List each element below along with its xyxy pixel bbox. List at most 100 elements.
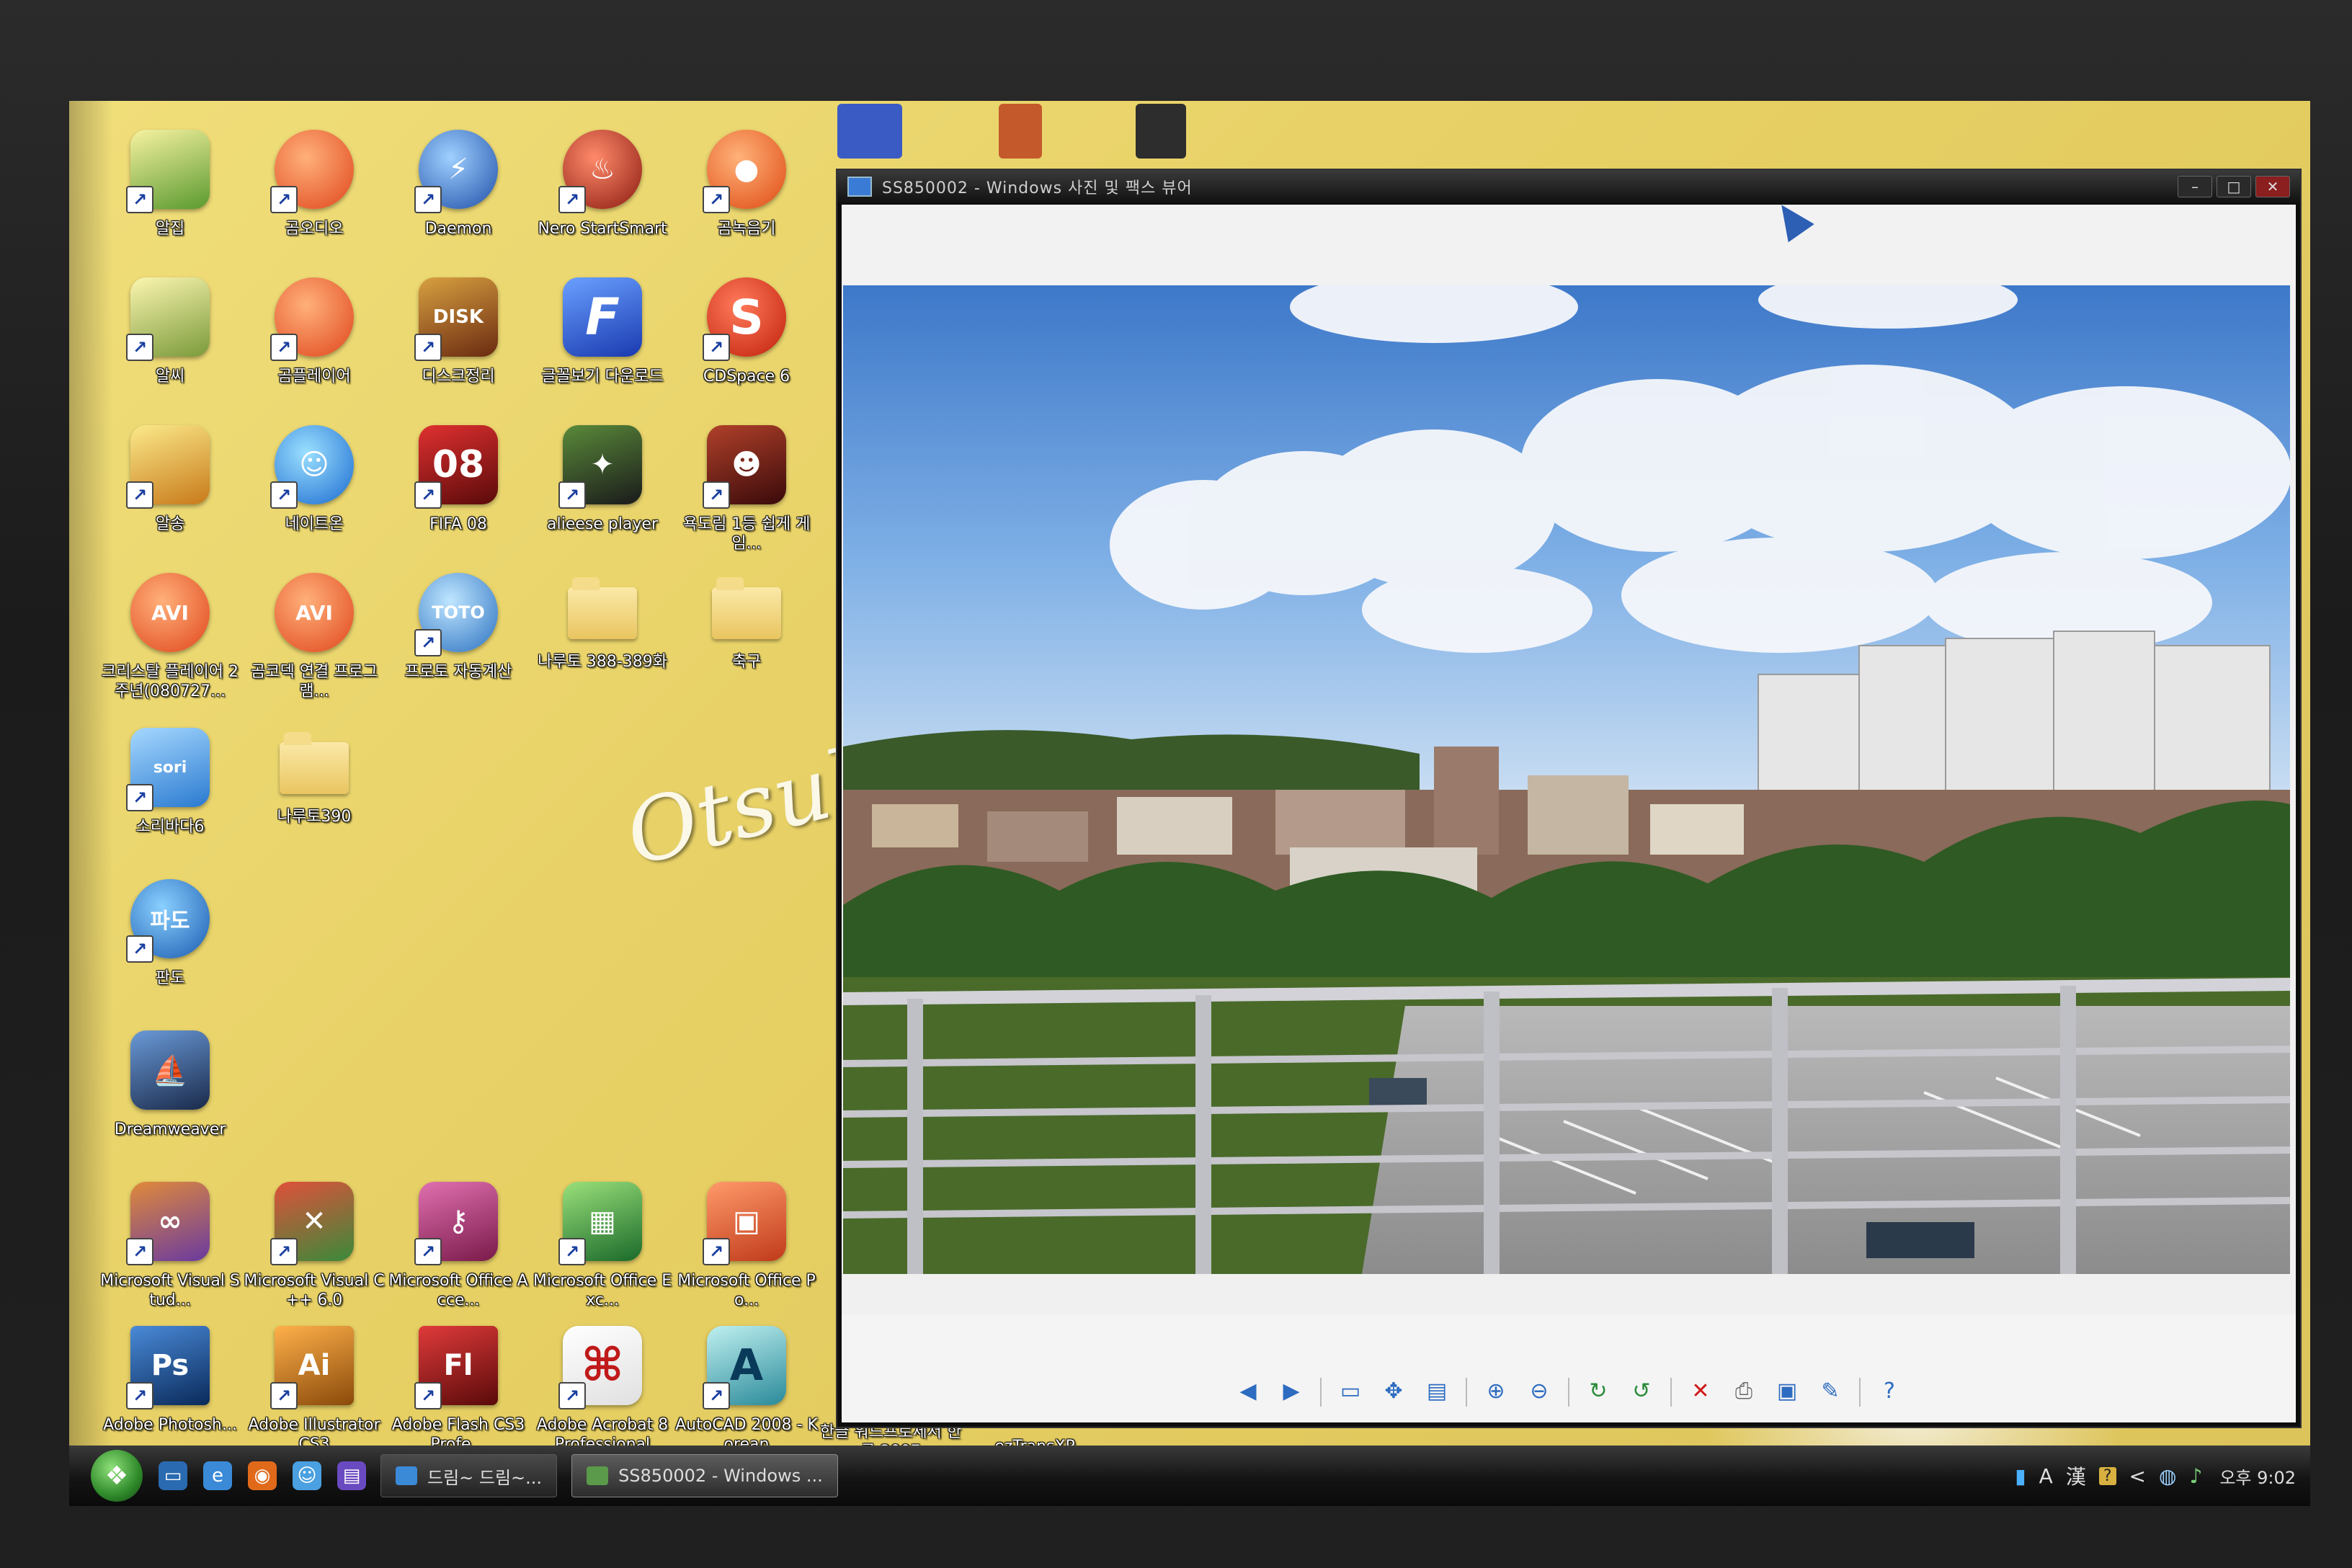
shortcut-arrow-icon: ↗ bbox=[270, 1382, 298, 1409]
desktop-icon-label: 크리스탈 플레이어 2주년(080727... bbox=[102, 663, 239, 700]
desktop-icon-label: 곰오디오 bbox=[285, 220, 344, 238]
taskbar-button-photo-viewer[interactable]: SS850002 - Windows ... bbox=[571, 1454, 838, 1497]
desktop-icon-font-viewer[interactable]: F 글꼴보기 다운로드 bbox=[530, 277, 674, 386]
nero-flame-icon: ♨ ↗ bbox=[558, 130, 642, 213]
close-button[interactable]: ✕ bbox=[2255, 176, 2290, 197]
messenger-icon[interactable]: ☺ bbox=[293, 1461, 321, 1490]
desktop-icon-alsee[interactable]: ↗ 알씨 bbox=[98, 277, 242, 386]
desktop-icon-game-guide[interactable]: ☻ ↗ 욕도림 1등 쉽게 게임... bbox=[674, 425, 819, 553]
desktop-icon-avi-2[interactable]: AVI 곰코덱 연결 프로그램... bbox=[242, 573, 386, 701]
partial-desktop-icon-1[interactable] bbox=[837, 104, 902, 159]
desktop-icon-gom-recorder[interactable]: ● ↗ 곰녹음기 bbox=[674, 130, 819, 239]
delete-button[interactable]: ✕ bbox=[1685, 1375, 1716, 1407]
desktop-icon-dreamweaver[interactable]: ⛵ Dreamweaver bbox=[98, 1030, 242, 1139]
desktop-icon-label: 알송 bbox=[155, 515, 185, 533]
firefox-icon[interactable]: ◉ bbox=[248, 1461, 277, 1490]
shortcut-arrow-icon: ↗ bbox=[414, 334, 442, 361]
desktop-icon-label: 알씨 bbox=[155, 368, 185, 386]
minimize-button[interactable]: – bbox=[2178, 176, 2212, 197]
desktop-icon-alsong[interactable]: ↗ 알송 bbox=[98, 425, 242, 534]
desktop-icon-nero[interactable]: ♨ ↗ Nero StartSmart bbox=[530, 130, 674, 239]
desktop-icon-label: 축구 bbox=[731, 653, 762, 671]
desktop-icon-fifa[interactable]: 08 ↗ FIFA 08 bbox=[386, 425, 530, 534]
ime-mode-icon[interactable]: A bbox=[2039, 1464, 2053, 1488]
desktop-icon-ms-visual-studio[interactable]: ∞ ↗ Microsoft Visual Stud... bbox=[98, 1182, 242, 1310]
acrobat-pdf-icon: ⌘ ↗ bbox=[558, 1326, 642, 1409]
partial-desktop-icon-3[interactable] bbox=[1136, 104, 1186, 159]
rotate-clockwise-button[interactable]: ↻ bbox=[1582, 1375, 1614, 1407]
desktop-icon-alzip[interactable]: ↗ 알집 bbox=[98, 130, 242, 239]
desktop-icon-autocad[interactable]: A ↗ AutoCAD 2008 - Korean bbox=[674, 1326, 819, 1454]
desktop-icon-flash[interactable]: Fl ↗ Adobe Flash CS3 Profe... bbox=[386, 1326, 530, 1454]
network-icon[interactable]: ◍ bbox=[2159, 1464, 2176, 1488]
previous-image-button[interactable]: ◀ bbox=[1232, 1375, 1264, 1407]
desktop-screen: ↗ 알집 ↗ 곰오디오 ⚡ ↗ Daemon ♨ ↗ Nero StartSmart… bbox=[69, 101, 2310, 1506]
desktop-icon-alieese[interactable]: ✦ ↗ alieese player bbox=[530, 425, 674, 534]
desktop-icon-ms-powerpoint[interactable]: ▣ ↗ Microsoft Office Po... bbox=[674, 1182, 819, 1310]
desktop-folder-soccer[interactable]: 축구 bbox=[674, 573, 819, 672]
desktop-folder-naruto390[interactable]: 나루토390 bbox=[242, 728, 386, 827]
taskbar-button-browser[interactable]: 드림~ 드림~... bbox=[380, 1454, 558, 1497]
desktop-icon-acrobat[interactable]: ⌘ ↗ Adobe Acrobat 8 Professional bbox=[530, 1326, 674, 1454]
desktop-icon-nateon[interactable]: ☺ ↗ 네이트온 bbox=[242, 425, 386, 534]
tray-expand-arrow-icon[interactable]: < bbox=[2129, 1464, 2146, 1488]
switch-windows-icon[interactable]: ▤ bbox=[337, 1461, 366, 1490]
shortcut-arrow-icon: ↗ bbox=[414, 186, 442, 213]
desktop-icon-avi-1[interactable]: AVI 크리스탈 플레이어 2주년(080727... bbox=[98, 573, 242, 701]
shortcut-arrow-icon: ↗ bbox=[703, 334, 730, 361]
photo-viewer-window[interactable]: SS850002 - Windows 사진 및 팩스 뷰어 – □ ✕ ◀ ▶ … bbox=[836, 169, 2302, 1428]
start-button[interactable]: ❖ bbox=[91, 1450, 143, 1502]
desktop-icon-soribada[interactable]: sori ↗ 소리바다6 bbox=[98, 728, 242, 837]
desktop-icon-label: Dreamweaver bbox=[114, 1121, 226, 1139]
shortcut-arrow-icon: ↗ bbox=[414, 1382, 442, 1409]
zoom-out-button[interactable]: ⊖ bbox=[1523, 1375, 1555, 1407]
desktop-icon-gom-player[interactable]: ↗ 곰플레이어 bbox=[242, 277, 386, 386]
desktop-icon-ms-visual-cpp[interactable]: ✕ ↗ Microsoft Visual C++ 6.0 bbox=[242, 1182, 386, 1310]
rotate-counterclockwise-button[interactable]: ↺ bbox=[1626, 1375, 1657, 1407]
shortcut-arrow-icon: ↗ bbox=[270, 186, 298, 213]
zoom-in-button[interactable]: ⊕ bbox=[1480, 1375, 1512, 1407]
shortcut-arrow-icon: ↗ bbox=[126, 481, 153, 509]
illustrator-icon: Ai ↗ bbox=[270, 1326, 354, 1409]
alieese-player-icon: ✦ ↗ bbox=[558, 425, 642, 509]
show-desktop-icon[interactable]: ▭ bbox=[159, 1461, 187, 1490]
maximize-button[interactable]: □ bbox=[2217, 176, 2251, 197]
partial-desktop-icon-2[interactable] bbox=[999, 104, 1042, 159]
desktop-icon-illustrator[interactable]: Ai ↗ Adobe Illustrator CS3 bbox=[242, 1326, 386, 1454]
language-bar-icon[interactable]: ▮ bbox=[2015, 1464, 2026, 1488]
open-with-button[interactable]: ✎ bbox=[1814, 1375, 1846, 1407]
internet-explorer-icon[interactable]: e bbox=[203, 1461, 232, 1490]
soribada-icon: sori ↗ bbox=[126, 728, 210, 811]
print-button[interactable]: ⎙ bbox=[1728, 1375, 1760, 1407]
desktop-icon-gom-audio[interactable]: ↗ 곰오디오 bbox=[242, 130, 386, 239]
desktop-icon-label: Microsoft Visual C++ 6.0 bbox=[244, 1272, 385, 1309]
desktop-icon-ms-excel[interactable]: ▦ ↗ Microsoft Office Exc... bbox=[530, 1182, 674, 1310]
ime-help-icon[interactable]: ? bbox=[2098, 1466, 2116, 1485]
gom-recorder-icon: ● ↗ bbox=[703, 130, 786, 213]
volume-icon[interactable]: ♪ bbox=[2189, 1464, 2202, 1488]
desktop-icon-photoshop[interactable]: Ps ↗ Adobe Photosh... bbox=[98, 1326, 242, 1435]
desktop-icon-daemon[interactable]: ⚡ ↗ Daemon bbox=[386, 130, 530, 239]
desktop-icon-label: Microsoft Office Po... bbox=[677, 1272, 816, 1309]
viewer-content: ◀ ▶ ▭ ✥ ▤ ⊕ ⊖ ↻ ↺ ✕ ⎙ ▣ ✎ ? bbox=[842, 205, 2296, 1422]
best-fit-button[interactable]: ▭ bbox=[1335, 1375, 1366, 1407]
shortcut-arrow-icon: ↗ bbox=[270, 334, 298, 361]
hanja-mode-icon[interactable]: 漢 bbox=[2066, 1461, 2086, 1490]
save-button[interactable]: ▣ bbox=[1771, 1375, 1803, 1407]
desktop-icon-cdspace[interactable]: S ↗ CDSpace 6 bbox=[674, 277, 819, 386]
actual-size-button[interactable]: ✥ bbox=[1378, 1375, 1409, 1407]
powerpoint-icon: ▣ ↗ bbox=[703, 1182, 786, 1265]
viewer-titlebar[interactable]: SS850002 - Windows 사진 및 팩스 뷰어 – □ ✕ bbox=[837, 170, 2300, 203]
shortcut-arrow-icon: ↗ bbox=[414, 1238, 442, 1265]
desktop-icon-ms-access[interactable]: ⚷ ↗ Microsoft Office Acce... bbox=[386, 1182, 530, 1310]
desktop-icon-disk-cleaner[interactable]: DISK ↗ 디스크정리 bbox=[386, 277, 530, 386]
desktop-icon-label: Microsoft Office Acce... bbox=[388, 1272, 528, 1309]
desktop-icon-toto[interactable]: TOTO ↗ 프로토 자동계산 bbox=[386, 573, 530, 682]
next-image-button[interactable]: ▶ bbox=[1275, 1375, 1307, 1407]
desktop-icon-pando[interactable]: 파도 ↗ 판도 bbox=[98, 879, 242, 988]
shortcut-arrow-icon: ↗ bbox=[126, 186, 153, 213]
desktop-folder-naruto[interactable]: 나루토 388-389화 bbox=[530, 573, 674, 672]
help-button[interactable]: ? bbox=[1874, 1375, 1905, 1407]
clock[interactable]: 오후 9:02 bbox=[2219, 1464, 2296, 1489]
slideshow-button[interactable]: ▤ bbox=[1421, 1375, 1453, 1407]
